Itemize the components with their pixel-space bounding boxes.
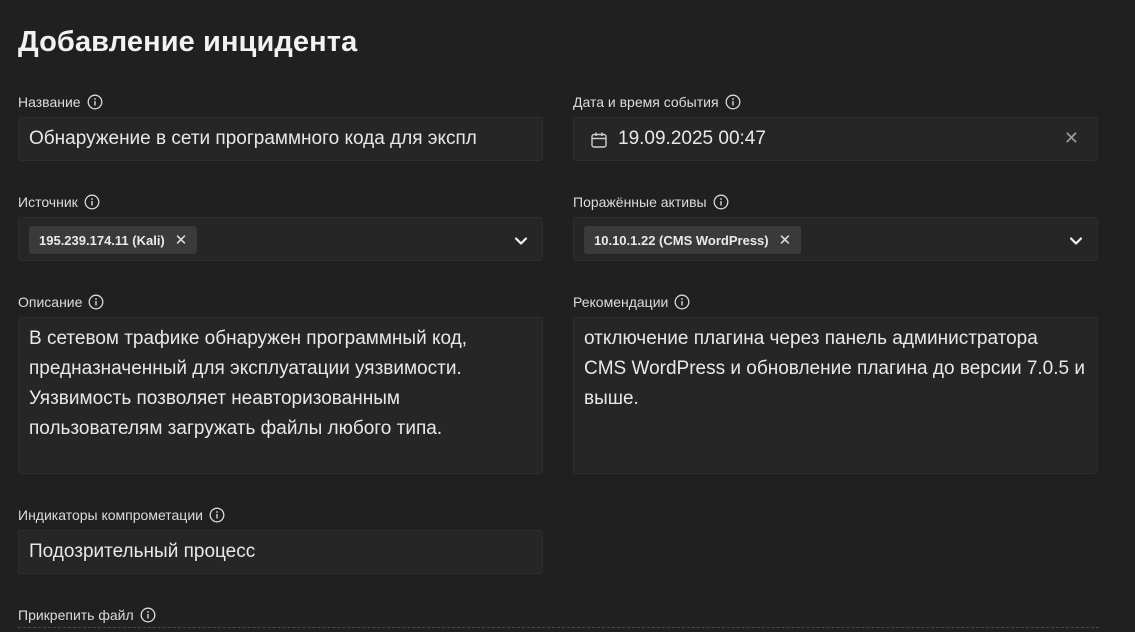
assets-chip: 10.10.1.22 (CMS WordPress) ✕ (584, 226, 802, 254)
assets-select[interactable]: 10.10.1.22 (CMS WordPress) ✕ (573, 217, 1098, 261)
info-icon[interactable] (87, 94, 103, 110)
source-chip: 195.239.174.11 (Kali) ✕ (29, 226, 198, 254)
recommendations-value: отключение плагина через панель админист… (584, 328, 1085, 409)
source-label: Источник (18, 192, 100, 212)
indicators-input-value: Подозрительный процесс (29, 541, 256, 562)
datetime-input-value: 19.09.2025 00:47 (618, 128, 766, 149)
assets-chip-label: 10.10.1.22 (CMS WordPress) (594, 232, 769, 248)
chevron-down-icon[interactable] (514, 234, 528, 246)
assets-label: Поражённые активы (573, 192, 729, 212)
chip-remove-icon[interactable]: ✕ (779, 231, 792, 249)
name-input[interactable]: Обнаружение в сети программного кода для… (18, 117, 543, 161)
name-input-value: Обнаружение в сети программного кода для… (29, 128, 477, 149)
recommendations-label-text: Рекомендации (573, 294, 669, 310)
datetime-label-text: Дата и время события (573, 94, 719, 110)
description-value: В сетевом трафике обнаружен программный … (29, 328, 468, 439)
chip-remove-icon[interactable]: ✕ (175, 231, 188, 249)
info-icon[interactable] (713, 194, 729, 210)
attach-label-text: Прикрепить файл (18, 607, 134, 623)
recommendations-textarea[interactable]: отключение плагина через панель админист… (573, 317, 1098, 474)
indicators-input[interactable]: Подозрительный процесс (18, 530, 543, 574)
calendar-icon (590, 131, 608, 154)
info-icon[interactable] (140, 607, 156, 623)
description-label: Описание (18, 292, 104, 312)
datetime-label: Дата и время события (573, 92, 741, 112)
info-icon[interactable] (88, 294, 104, 310)
attach-label: Прикрепить файл (18, 605, 156, 625)
source-chip-label: 195.239.174.11 (Kali) (39, 232, 165, 248)
clear-date-icon[interactable]: ✕ (1064, 128, 1079, 149)
assets-label-text: Поражённые активы (573, 194, 707, 210)
add-incident-form: Добавление инцидента Название Обнаружени… (0, 0, 1135, 632)
indicators-label: Индикаторы компрометации (18, 505, 225, 525)
source-label-text: Источник (18, 194, 78, 210)
description-textarea[interactable]: В сетевом трафике обнаружен программный … (18, 317, 543, 474)
source-select[interactable]: 195.239.174.11 (Kali) ✕ (18, 217, 543, 261)
datetime-input[interactable]: 19.09.2025 00:47 ✕ (573, 117, 1098, 161)
description-label-text: Описание (18, 294, 83, 310)
name-label-text: Название (18, 94, 81, 110)
recommendations-label: Рекомендации (573, 292, 690, 312)
chevron-down-icon[interactable] (1069, 234, 1083, 246)
page-title: Добавление инцидента (18, 26, 358, 58)
info-icon[interactable] (674, 294, 690, 310)
indicators-label-text: Индикаторы компрометации (18, 507, 203, 523)
info-icon[interactable] (84, 194, 100, 210)
name-label: Название (18, 92, 103, 112)
file-dropzone[interactable] (18, 627, 1099, 632)
info-icon[interactable] (209, 507, 225, 523)
info-icon[interactable] (725, 94, 741, 110)
